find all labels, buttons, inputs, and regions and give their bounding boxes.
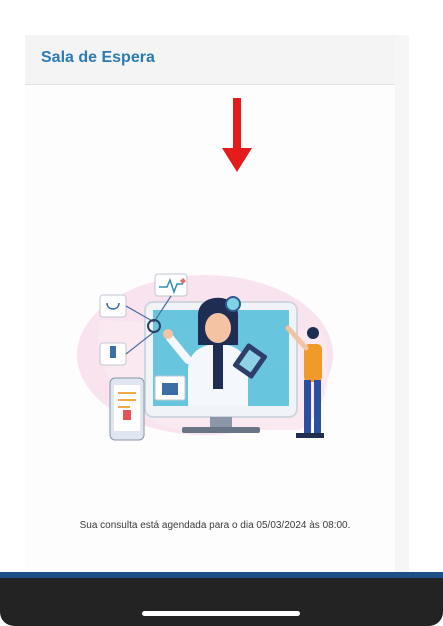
down-arrow-icon xyxy=(222,98,252,172)
telemedicine-doctor-illustration xyxy=(77,273,333,441)
home-indicator[interactable] xyxy=(142,611,300,616)
card-side-shadow xyxy=(395,35,409,580)
appointment-message: Sua consulta está agendada para o dia 05… xyxy=(79,520,351,531)
page-header: Sala de Espera xyxy=(25,35,395,85)
page-title: Sala de Espera xyxy=(41,49,155,66)
system-navigation-bar xyxy=(0,578,443,626)
